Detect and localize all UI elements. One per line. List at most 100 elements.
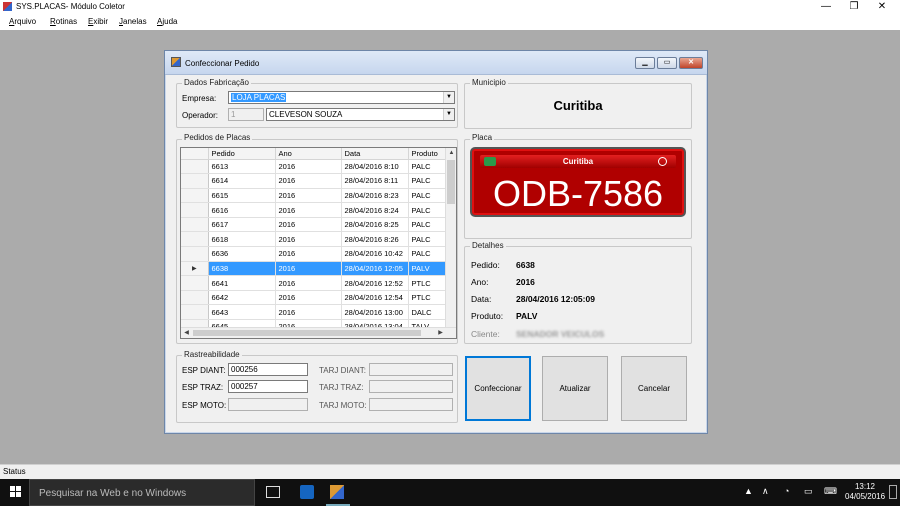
cell-produto[interactable]: PALC (408, 231, 447, 248)
chevron-down-icon[interactable]: ▼ (443, 109, 454, 120)
table-row[interactable]: 6641 2016 28/04/2016 12:52 PTLC (181, 275, 447, 291)
outlook-icon[interactable] (300, 485, 314, 499)
cell-produto[interactable]: PTLC (408, 290, 447, 306)
cell-pedido[interactable]: 6615 (208, 188, 276, 204)
cell-pedido[interactable]: 6642 (208, 290, 276, 306)
cell-data[interactable]: 28/04/2016 8:25 (341, 217, 409, 233)
close-button[interactable]: ✕ (868, 0, 896, 14)
cell-produto[interactable]: PTLC (408, 275, 447, 291)
cell-produto[interactable]: PALC (408, 246, 447, 262)
table-row[interactable]: 6616 2016 28/04/2016 8:24 PALC (181, 202, 447, 218)
cell-ano[interactable]: 2016 (275, 275, 342, 291)
cell-ano[interactable]: 2016 (275, 290, 342, 306)
task-view-icon[interactable] (266, 486, 280, 498)
message-icon[interactable]: ▭ (804, 486, 813, 497)
row-header[interactable] (181, 159, 209, 175)
dialog-close-button[interactable]: ✕ (679, 57, 703, 69)
notification-overflow-icon[interactable]: ▲ (744, 486, 753, 496)
sys-placas-taskbar-icon[interactable] (330, 485, 344, 499)
dialog-title-bar[interactable]: Confeccionar Pedido ▁ ▭ ✕ (165, 51, 707, 75)
atualizar-button[interactable]: Atualizar (542, 356, 608, 421)
cell-pedido[interactable]: 6614 (208, 173, 276, 189)
table-row[interactable]: 6636 2016 28/04/2016 10:42 PALC (181, 246, 447, 262)
cell-ano[interactable]: 2016 (275, 217, 342, 233)
scroll-left-icon[interactable]: ◀ (181, 328, 192, 338)
hscroll-thumb[interactable] (193, 330, 421, 336)
cell-data[interactable]: 28/04/2016 8:23 (341, 188, 409, 204)
cell-data[interactable]: 28/04/2016 8:24 (341, 202, 409, 218)
cell-pedido[interactable]: 6617 (208, 217, 276, 233)
row-selector-arrow-icon[interactable]: ▶ (181, 261, 209, 277)
cell-data[interactable]: 28/04/2016 8:10 (341, 159, 409, 175)
keyboard-icon[interactable]: ⌨ (824, 486, 837, 497)
scroll-right-icon[interactable]: ▶ (435, 328, 446, 338)
cell-ano[interactable]: 2016 (275, 304, 342, 321)
esp-moto-field[interactable] (228, 398, 308, 411)
scroll-up-icon[interactable]: ▲ (446, 148, 456, 159)
cell-produto[interactable]: PALC (408, 202, 447, 218)
operador-code-field[interactable]: 1 (228, 108, 264, 121)
menu-arquivo[interactable]: Arquivo (9, 17, 36, 26)
menu-exibir[interactable]: Exibir (88, 17, 108, 26)
cell-pedido[interactable]: 6638 (208, 261, 276, 277)
pedidos-grid[interactable]: Pedido Ano Data Produto 6613 2016 28/04/20… (180, 147, 457, 339)
cell-pedido[interactable]: 6616 (208, 202, 276, 218)
cell-produto[interactable]: PALC (408, 188, 447, 204)
table-row[interactable]: ▶ 6638 2016 28/04/2016 12:05 PALV (181, 261, 447, 277)
action-center-icon[interactable] (889, 485, 897, 499)
tarj-moto-field[interactable] (369, 398, 453, 411)
col-header-data[interactable]: Data (341, 148, 409, 160)
esp-traz-field[interactable]: 000257 (228, 380, 308, 393)
col-header-produto[interactable]: Produto (408, 148, 447, 160)
row-header[interactable] (181, 246, 209, 262)
cell-pedido[interactable]: 6618 (208, 231, 276, 248)
row-header[interactable] (181, 290, 209, 306)
cell-data[interactable]: 28/04/2016 12:52 (341, 275, 409, 291)
cell-ano[interactable]: 2016 (275, 261, 342, 277)
cell-produto[interactable]: DALC (408, 304, 447, 321)
cell-data[interactable]: 28/04/2016 12:05 (341, 261, 409, 277)
cell-pedido[interactable]: 6636 (208, 246, 276, 262)
network-icon[interactable]: ◔ (784, 486, 789, 496)
row-header[interactable] (181, 188, 209, 204)
minimize-button[interactable]: — (812, 0, 840, 14)
tarj-traz-field[interactable] (369, 380, 453, 393)
cell-ano[interactable]: 2016 (275, 188, 342, 204)
dialog-minimize-button[interactable]: ▁ (635, 57, 655, 69)
app-title-bar[interactable]: SYS.PLACAS- Módulo Coletor — ❐ ✕ (0, 0, 900, 14)
row-header[interactable] (181, 275, 209, 291)
cell-pedido[interactable]: 6641 (208, 275, 276, 291)
esp-diant-field[interactable]: 000256 (228, 363, 308, 376)
cell-ano[interactable]: 2016 (275, 202, 342, 218)
table-row[interactable]: 6642 2016 28/04/2016 12:54 PTLC (181, 290, 447, 306)
cell-data[interactable]: 28/04/2016 12:54 (341, 290, 409, 306)
cell-data[interactable]: 28/04/2016 13:00 (341, 304, 409, 321)
menu-rotinas[interactable]: Rotinas (50, 17, 77, 26)
scroll-thumb[interactable] (447, 160, 455, 204)
cell-produto[interactable]: PALC (408, 173, 447, 189)
col-header-ano[interactable]: Ano (275, 148, 342, 160)
cell-pedido[interactable]: 6613 (208, 159, 276, 175)
confeccionar-button[interactable]: Confeccionar (465, 356, 531, 421)
row-header[interactable] (181, 231, 209, 248)
row-header[interactable] (181, 202, 209, 218)
cell-ano[interactable]: 2016 (275, 231, 342, 248)
menu-ajuda[interactable]: Ajuda (157, 17, 177, 26)
cell-data[interactable]: 28/04/2016 8:11 (341, 173, 409, 189)
chevron-down-icon[interactable]: ▼ (443, 92, 454, 103)
cell-produto[interactable]: PALV (408, 261, 447, 277)
cell-data[interactable]: 28/04/2016 10:42 (341, 246, 409, 262)
row-header[interactable] (181, 217, 209, 233)
menu-janelas[interactable]: Janelas (119, 17, 147, 26)
dialog-maximize-button[interactable]: ▭ (657, 57, 677, 69)
col-header-pedido[interactable]: Pedido (208, 148, 276, 160)
table-row[interactable]: 6614 2016 28/04/2016 8:11 PALC (181, 173, 447, 189)
table-row[interactable]: 6613 2016 28/04/2016 8:10 PALC (181, 159, 447, 175)
cell-ano[interactable]: 2016 (275, 246, 342, 262)
empresa-select[interactable]: LOJA PLACAS ▼ (228, 91, 455, 104)
cancelar-button[interactable]: Cancelar (621, 356, 687, 421)
table-row[interactable]: 6643 2016 28/04/2016 13:00 DALC (181, 304, 447, 321)
table-row[interactable]: 6618 2016 28/04/2016 8:26 PALC (181, 231, 447, 248)
row-header[interactable] (181, 304, 209, 321)
tarj-diant-field[interactable] (369, 363, 453, 376)
